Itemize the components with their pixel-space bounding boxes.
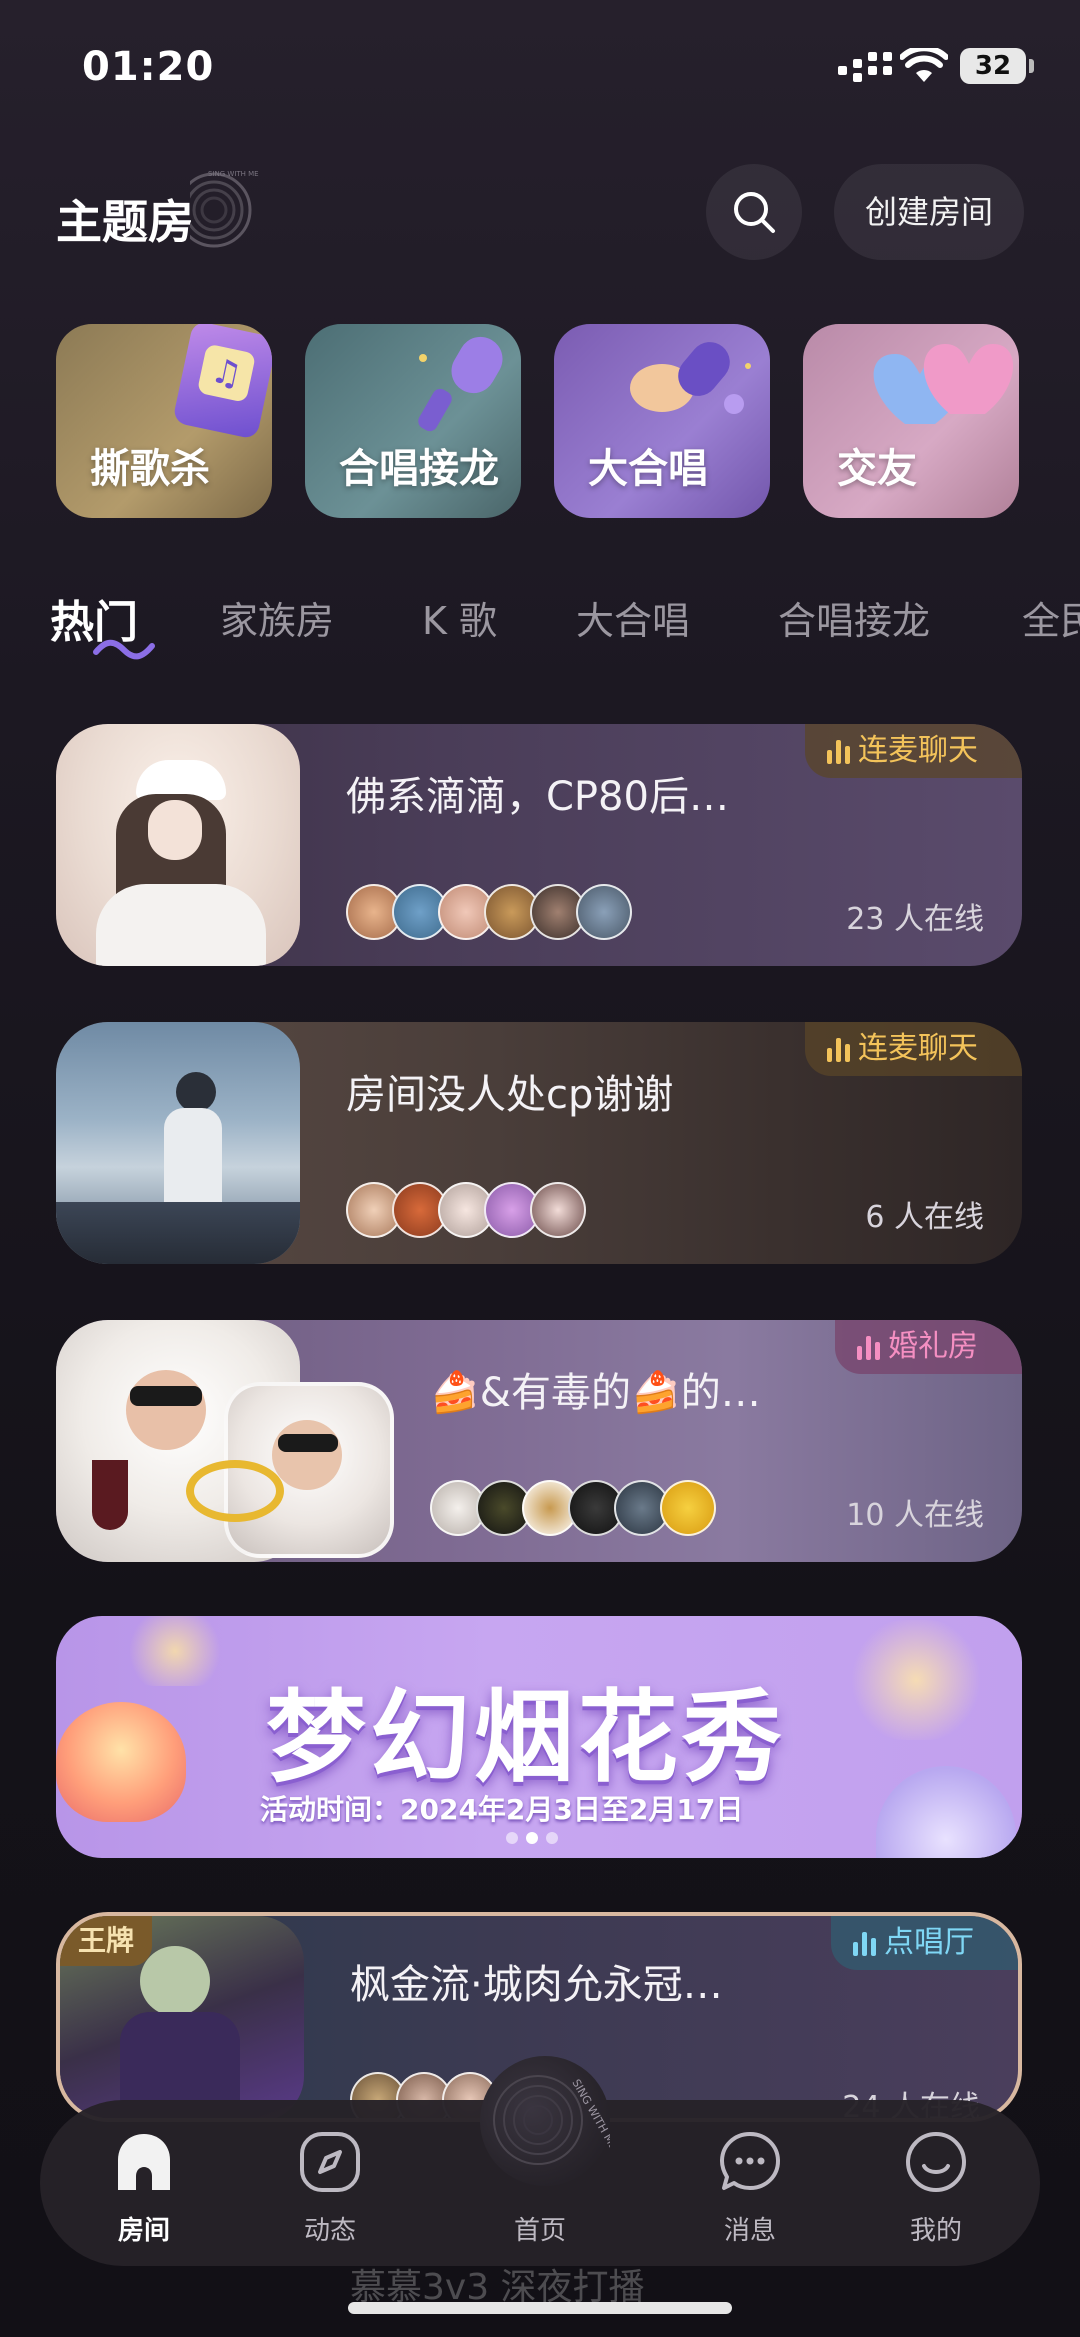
avatar	[576, 884, 632, 940]
create-room-button[interactable]: 创建房间	[834, 164, 1024, 260]
sound-bars-icon	[857, 1334, 880, 1360]
nav-label: 消息	[723, 2216, 776, 2246]
tab-big-chorus[interactable]: 大合唱	[576, 590, 690, 645]
tab-karaoke[interactable]: K 歌	[422, 590, 497, 645]
firework-icon	[846, 1620, 986, 1740]
room-title: 房间没人处cp谢谢	[346, 1072, 674, 1118]
sound-bars-icon	[853, 1930, 876, 1956]
room-type-badge: 连麦聊天	[805, 724, 1022, 778]
home-indicator	[348, 2302, 732, 2314]
microphone-icon	[418, 336, 503, 432]
nav-label: 首页	[513, 2216, 566, 2246]
sing-disc-icon[interactable]: SING WITH ME	[480, 2056, 620, 2186]
category-label: 合唱接龙	[339, 446, 499, 492]
music-card-icon: ♫	[172, 324, 272, 440]
sing-logo-icon: SING WITH ME	[190, 170, 259, 248]
nav-label: 房间	[117, 2216, 170, 2246]
promo-banner[interactable]: 梦幻烟花秀 活动时间：2024年2月3日至2月17日	[56, 1616, 1022, 1858]
member-avatars	[346, 884, 632, 940]
page-title: 主题房	[56, 195, 194, 249]
room-badge-label: 婚礼房	[888, 1329, 978, 1364]
member-avatars	[346, 1182, 586, 1238]
room-card[interactable]: 佛系滴滴，CP80后… 连麦聊天 23 人在线	[56, 724, 1022, 966]
banner-page-dots	[506, 1832, 558, 1844]
tab-chorus-relay[interactable]: 合唱接龙	[778, 590, 930, 645]
room-type-badge: 连麦聊天	[805, 1022, 1022, 1076]
category-label: 大合唱	[588, 446, 708, 492]
compass-icon	[300, 2132, 360, 2192]
lantern-icon	[56, 1702, 186, 1822]
status-time: 01:20	[82, 44, 215, 90]
firework-icon	[120, 1616, 230, 1686]
nav-messages[interactable]: 消息	[680, 2100, 820, 2266]
hand-mic-icon	[630, 342, 751, 414]
tab-everyone[interactable]: 全民	[1022, 590, 1080, 645]
disc-graphic: SING WITH ME	[493, 2075, 620, 2165]
category-tile-chorus-relay[interactable]: 合唱接龙	[305, 324, 521, 518]
room-online-count: 10 人在线	[846, 1498, 984, 1533]
nav-profile[interactable]: 我的	[866, 2100, 1006, 2266]
search-icon	[734, 192, 775, 233]
ring-icon	[186, 1460, 284, 1522]
sound-bars-icon	[827, 738, 850, 764]
room-title: 🍰&有毒的🍰的…	[430, 1370, 761, 1416]
tab-family[interactable]: 家族房	[220, 590, 334, 645]
nav-rooms[interactable]: 房间	[74, 2100, 214, 2266]
category-tile-big-chorus[interactable]: 大合唱	[554, 324, 770, 518]
nav-label: 动态	[303, 2216, 356, 2246]
cellular-signal-icon	[838, 52, 892, 82]
castle-icon	[876, 1766, 1016, 1858]
room-cover-image	[56, 1022, 300, 1264]
room-badge-label: 点唱厅	[884, 1925, 974, 1960]
room-card[interactable]: 🍰&有毒的🍰的… 婚礼房 10 人在线	[56, 1320, 1022, 1562]
category-label: 交友	[837, 446, 917, 492]
nav-label: 我的	[909, 2216, 962, 2246]
logo-text: SING WITH ME	[208, 170, 259, 178]
heart-icon	[873, 344, 1014, 424]
room-type-badge: 婚礼房	[835, 1320, 1022, 1374]
room-card[interactable]: 房间没人处cp谢谢 连麦聊天 6 人在线	[56, 1022, 1022, 1264]
avatar	[530, 1182, 586, 1238]
tab-active-indicator	[93, 639, 155, 660]
room-tabs: 热门 家族房 K 歌 大合唱 合唱接龙 全民	[0, 590, 1080, 670]
room-title: 佛系滴滴，CP80后…	[346, 774, 729, 820]
room-badge-label: 连麦聊天	[858, 1031, 978, 1066]
status-bar: 01:20 32	[0, 0, 1080, 130]
sound-bars-icon	[827, 1036, 850, 1062]
home-icon	[118, 2134, 170, 2190]
search-button[interactable]	[706, 164, 802, 260]
chat-bubble-icon	[720, 2132, 780, 2190]
smile-face-icon	[906, 2132, 966, 2192]
room-online-count: 23 人在线	[846, 902, 984, 937]
category-tile-song-battle[interactable]: ♫ 撕歌杀	[56, 324, 272, 518]
ace-tag: 王牌	[60, 1916, 152, 1966]
room-badge-label: 连麦聊天	[858, 733, 978, 768]
room-online-count: 6 人在线	[865, 1200, 984, 1235]
room-type-badge: 点唱厅	[831, 1916, 1018, 1970]
battery-indicator: 32	[960, 48, 1026, 84]
category-label: 撕歌杀	[90, 446, 210, 492]
room-title: 枫金流·城肉允永冠…	[350, 1962, 723, 2008]
wifi-icon	[900, 48, 948, 82]
category-tile-dating[interactable]: 交友	[803, 324, 1019, 518]
banner-subtitle: 活动时间：2024年2月3日至2月17日	[260, 1793, 744, 1826]
member-avatars	[430, 1480, 716, 1536]
room-cover-image	[56, 724, 300, 966]
nav-feed[interactable]: 动态	[260, 2100, 400, 2266]
avatar	[660, 1480, 716, 1536]
battery-tip	[1029, 59, 1034, 73]
screen: 01:20 32 主题房 SING WITH ME 创建房间 ♫ 撕歌杀 合唱接…	[0, 0, 1080, 2337]
banner-title: 梦幻烟花秀	[266, 1679, 786, 1796]
